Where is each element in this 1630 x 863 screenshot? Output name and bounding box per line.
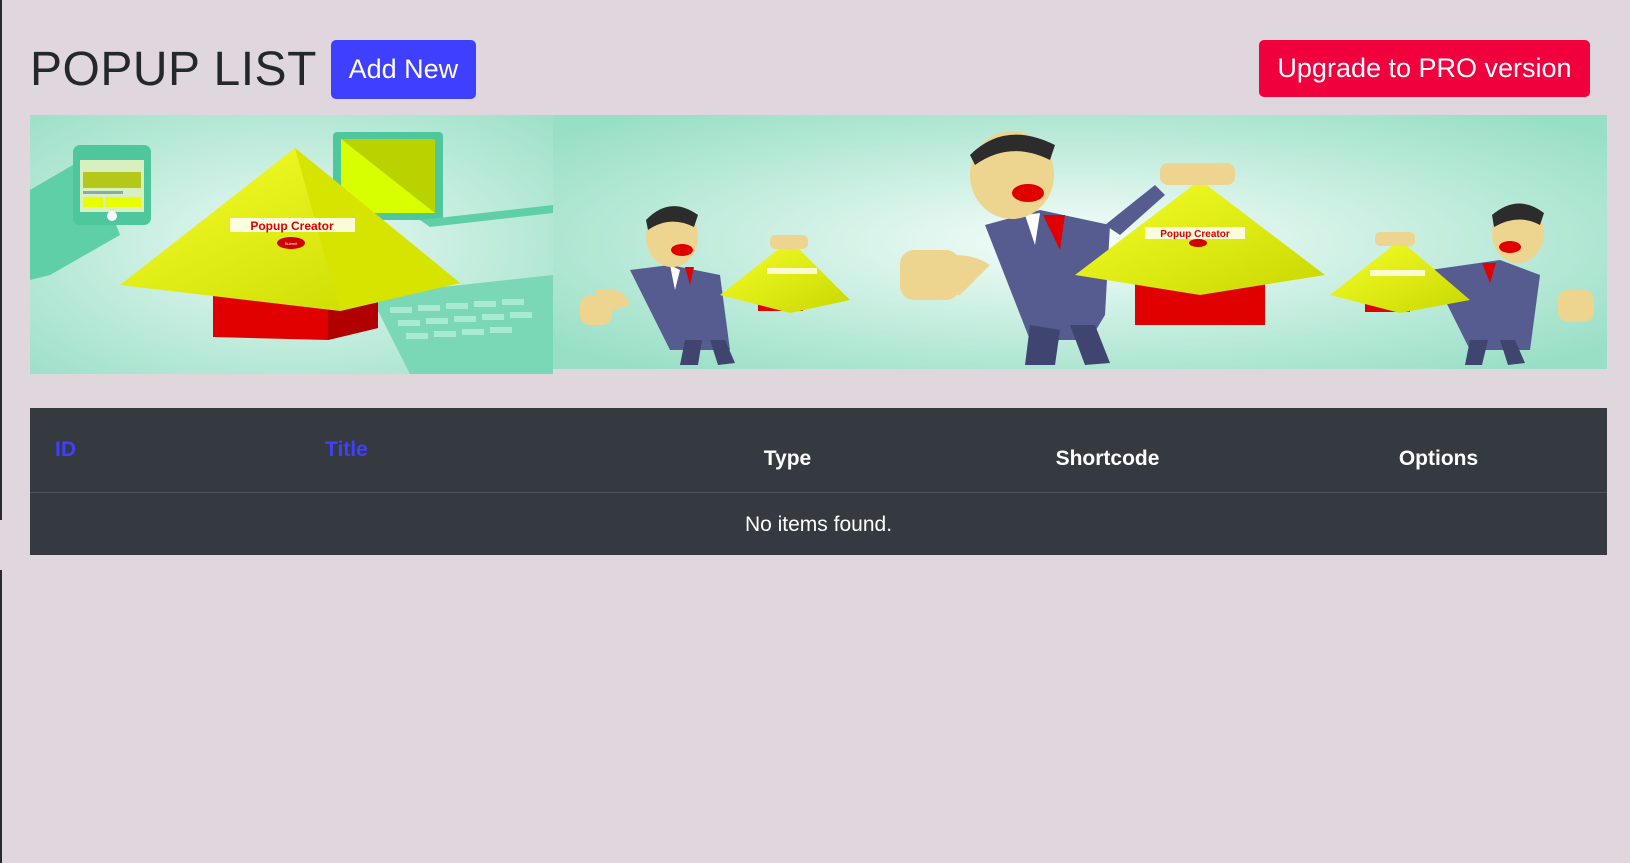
page-title: POPUP LIST xyxy=(30,42,317,96)
banner-left-panel: Popup Creator Submit xyxy=(30,115,553,374)
window-edge-notch xyxy=(0,520,5,570)
column-header-title: Title xyxy=(305,408,630,492)
svg-text:Popup Creator: Popup Creator xyxy=(250,219,334,233)
popup-table-container: ID Title Type Shortcode Options No items… xyxy=(30,408,1607,555)
svg-text:Popup Creator: Popup Creator xyxy=(1160,229,1230,240)
column-header-shortcode: Shortcode xyxy=(1055,447,1160,471)
sort-by-title-link[interactable]: Title xyxy=(325,438,368,461)
column-header-id: ID xyxy=(30,408,305,492)
svg-text:Submit: Submit xyxy=(285,241,298,246)
upgrade-pro-button[interactable]: Upgrade to PRO version xyxy=(1259,40,1590,97)
add-new-button[interactable]: Add New xyxy=(330,40,476,99)
page-header: POPUP LIST Add New xyxy=(30,40,476,99)
window-left-edge xyxy=(0,0,2,863)
table-header-row: ID Title Type Shortcode Options xyxy=(30,408,1607,492)
popup-table: ID Title Type Shortcode Options No items… xyxy=(30,408,1607,557)
column-header-options: Options xyxy=(1398,447,1479,471)
promo-banner: Popup Creator Submit Popup Creator xyxy=(30,115,1607,374)
column-header-type: Type xyxy=(763,447,812,471)
empty-table-message: No items found. xyxy=(744,512,893,536)
banner-right-panel: Popup Creator xyxy=(553,115,1607,369)
table-row: No items found. xyxy=(30,492,1607,557)
sort-by-id-link[interactable]: ID xyxy=(55,438,76,461)
